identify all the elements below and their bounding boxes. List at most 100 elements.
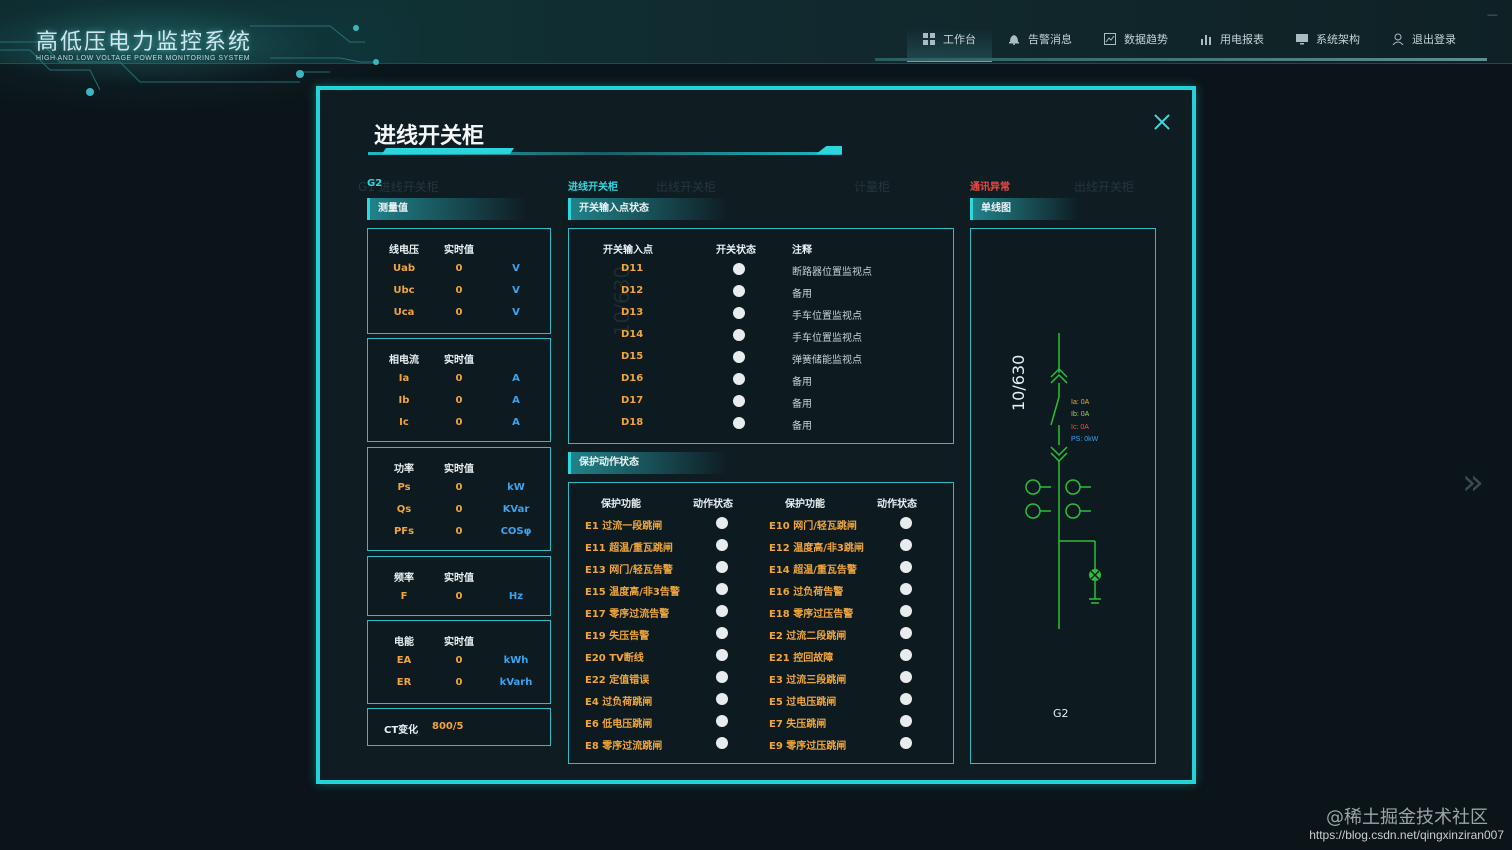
protect-function: E7 失压跳闸 — [769, 719, 827, 730]
section-tab-protection: 保护动作状态 — [568, 452, 728, 474]
protect-function: E3 过流三段跳闸 — [769, 675, 847, 686]
input-note: 手车位置监视点 — [792, 333, 862, 344]
next-page-chevron-icon[interactable]: » — [1462, 462, 1484, 503]
table-row: E20 TV断线 E21 控回故障 — [569, 645, 953, 667]
measure-unit: Hz — [508, 591, 524, 602]
status-dot — [900, 561, 912, 576]
status-dot — [900, 737, 912, 752]
frequency-group: 频率 实时值 F 0 Hz — [367, 556, 551, 616]
nav-item-workbench[interactable]: 工作台 — [907, 28, 992, 62]
table-row: E8 零序过流跳闸 E9 零序过压跳闸 — [569, 733, 953, 755]
table-row: E11 超温/重瓦跳闸 E12 温度高/非3跳闸 — [569, 535, 953, 557]
switchgear-modal: 进线开关柜 G1 进线开关柜 出线开关柜 计量柜 出线开关柜 G3 G4 G2 … — [316, 86, 1196, 784]
status-dot — [900, 605, 912, 620]
measure-name: EA — [396, 655, 412, 666]
status-dot — [716, 715, 728, 730]
protect-function: E19 失压告警 — [585, 631, 650, 642]
status-dot — [733, 285, 745, 300]
measure-unit: kW — [507, 482, 525, 493]
nav-item-alarms[interactable]: 告警消息 — [992, 28, 1088, 62]
status-dot — [733, 329, 745, 344]
nav-label: 退出登录 — [1412, 32, 1456, 46]
status-dot — [733, 417, 745, 432]
input-note: 手车位置监视点 — [792, 311, 862, 322]
status-dot — [900, 671, 912, 686]
table-row: E4 过负荷跳闸 E5 过电压跳闸 — [569, 689, 953, 711]
nav-item-logout[interactable]: 退出登录 — [1376, 28, 1472, 62]
table-row: E15 温度高/非3告警 E16 过负荷告警 — [569, 579, 953, 601]
protect-function: E21 控回故障 — [769, 653, 834, 664]
status-dot — [716, 737, 728, 752]
table-row: D15 弹簧储能监视点 — [569, 347, 953, 369]
table-header: 保护功能 动作状态 保护功能 动作状态 — [569, 491, 953, 513]
comm-status: 通讯异常 — [970, 182, 1010, 193]
measure-value: 0 — [455, 504, 463, 515]
ghost-label: 出线开关柜 — [1074, 180, 1135, 194]
input-note: 备用 — [792, 399, 812, 410]
section-tab-inputs: 开关输入点状态 — [568, 198, 728, 220]
status-dot — [716, 693, 728, 708]
monitor-icon — [1296, 33, 1308, 45]
table-row: D16 备用 — [569, 369, 953, 391]
grid-icon — [923, 32, 935, 45]
status-dot — [716, 649, 728, 664]
group-title: 频率 — [394, 573, 414, 584]
measure-unit: kWh — [503, 655, 529, 666]
measure-value: 0 — [455, 417, 463, 428]
app-title: 高低压电力监控系统 — [36, 30, 253, 55]
title-underline-end — [816, 146, 842, 154]
measure-unit: V — [512, 263, 520, 274]
table-row: D13 手车位置监视点 — [569, 303, 953, 325]
minimize-icon[interactable]: — — [1487, 8, 1498, 21]
nav-label: 用电报表 — [1220, 32, 1264, 46]
nav-item-reports[interactable]: 用电报表 — [1184, 28, 1280, 62]
measure-row: ER 0 kVarh — [368, 673, 550, 695]
close-icon[interactable] — [1150, 110, 1174, 134]
protect-function: E14 超温/重瓦告警 — [769, 565, 857, 576]
group-header: 电能 实时值 — [368, 629, 550, 651]
col-header: 开关输入点 — [603, 245, 653, 256]
reading-ib: Ib: 0A — [1071, 411, 1090, 418]
status-dot — [716, 583, 728, 598]
nav-item-trends[interactable]: 数据趋势 — [1088, 28, 1184, 62]
table-row: E6 低电压跳闸 E7 失压跳闸 — [569, 711, 953, 733]
chart-icon — [1104, 32, 1116, 45]
measure-value: 0 — [455, 655, 463, 666]
input-point: D13 — [621, 307, 644, 318]
table-row: D12 备用 — [569, 281, 953, 303]
col-header: 注释 — [792, 245, 812, 256]
protect-function: E17 零序过流告警 — [585, 609, 670, 620]
measure-unit: A — [512, 417, 520, 428]
realtime-header: 实时值 — [444, 245, 474, 256]
table-header: 开关输入点 开关状态 注释 — [569, 237, 953, 259]
group-header: 频率 实时值 — [368, 565, 550, 587]
nav-label: 数据趋势 — [1124, 32, 1168, 46]
col-header: 开关状态 — [716, 245, 756, 256]
measure-value: 0 — [455, 395, 463, 406]
input-note: 弹簧储能监视点 — [792, 355, 862, 366]
bar-chart-icon — [1200, 33, 1212, 45]
measure-unit: COSφ — [500, 526, 532, 537]
protect-function: E22 定值错误 — [585, 675, 650, 686]
measure-name: Ps — [397, 482, 411, 493]
measure-row: Uca 0 V — [368, 303, 550, 325]
protect-function: E12 温度高/非3跳闸 — [769, 543, 864, 554]
status-dot — [733, 263, 745, 278]
status-dot — [900, 715, 912, 730]
measure-value: 0 — [455, 526, 463, 537]
switch-input-table: 10/630 开关输入点 开关状态 注释 D11 断路器位置监视点 D12 备用… — [568, 228, 954, 444]
measure-unit: A — [512, 395, 520, 406]
protect-function: E6 低电压跳闸 — [585, 719, 653, 730]
measure-unit: V — [512, 307, 520, 318]
input-note: 备用 — [792, 421, 812, 432]
group-title: 相电流 — [389, 355, 419, 366]
measure-name: Ib — [398, 395, 410, 406]
voltage-group: 线电压 实时值 Uab 0 V Ubc 0 V Uca 0 V — [367, 228, 551, 334]
table-row: E22 定值错误 E3 过流三段跳闸 — [569, 667, 953, 689]
realtime-header: 实时值 — [444, 573, 474, 584]
measure-value: 0 — [455, 263, 463, 274]
protect-function: E10 网门/轻瓦跳闸 — [769, 521, 857, 532]
measure-name: PFs — [393, 526, 415, 537]
nav-item-architecture[interactable]: 系统架构 — [1280, 28, 1376, 62]
measure-unit: KVar — [502, 504, 530, 515]
